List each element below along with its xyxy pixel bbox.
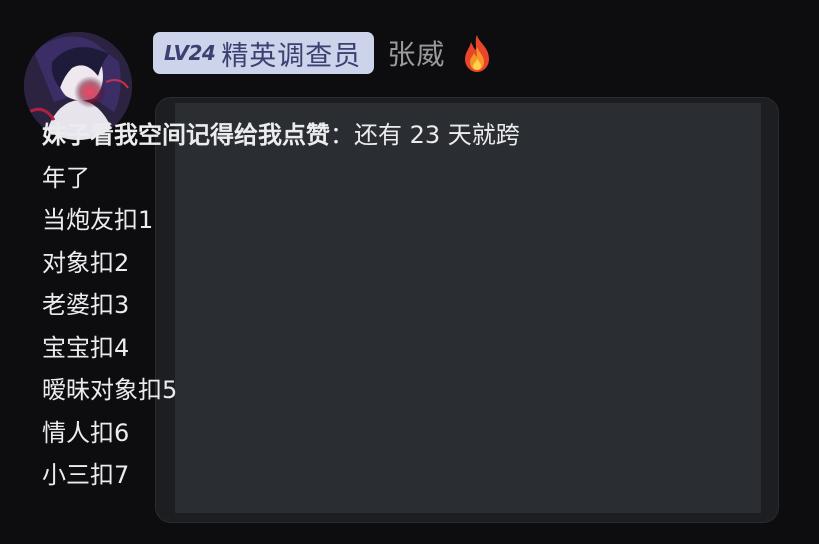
username[interactable]: 张威 (387, 33, 445, 73)
level-badge[interactable]: LV24 精英调查员 (153, 32, 375, 74)
message-line: 老婆扣3 (42, 291, 130, 319)
message-line: 小三扣7 (42, 461, 130, 489)
badge-title: 精英调查员 (221, 40, 362, 72)
message-line: 暧昧对象扣5 (42, 376, 178, 404)
chat-message: LV24 精英调查员 张威 妹子看我空间记得给我点赞：还有 23 天就跨 年了 … (0, 0, 819, 544)
message-headline-rest: ：还有 23 天就跨 (330, 121, 520, 149)
message-line-first: 妹子看我空间记得给我点赞：还有 23 天就跨 (42, 114, 602, 157)
message-headline: 妹子看我空间记得给我点赞 (42, 121, 330, 149)
message-line: 当炮友扣1 (42, 206, 154, 234)
message-line: 年了 (42, 163, 90, 192)
message-line: 情人扣6 (42, 418, 130, 447)
fire-icon (459, 33, 495, 73)
message-header: LV24 精英调查员 张威 (153, 31, 495, 75)
message-line: 对象扣2 (42, 248, 130, 277)
message-text: 妹子看我空间记得给我点赞：还有 23 天就跨 年了 当炮友扣1 对象扣2 老婆扣… (42, 114, 602, 497)
badge-level: LV24 (164, 41, 216, 65)
message-line: 宝宝扣4 (42, 333, 130, 362)
